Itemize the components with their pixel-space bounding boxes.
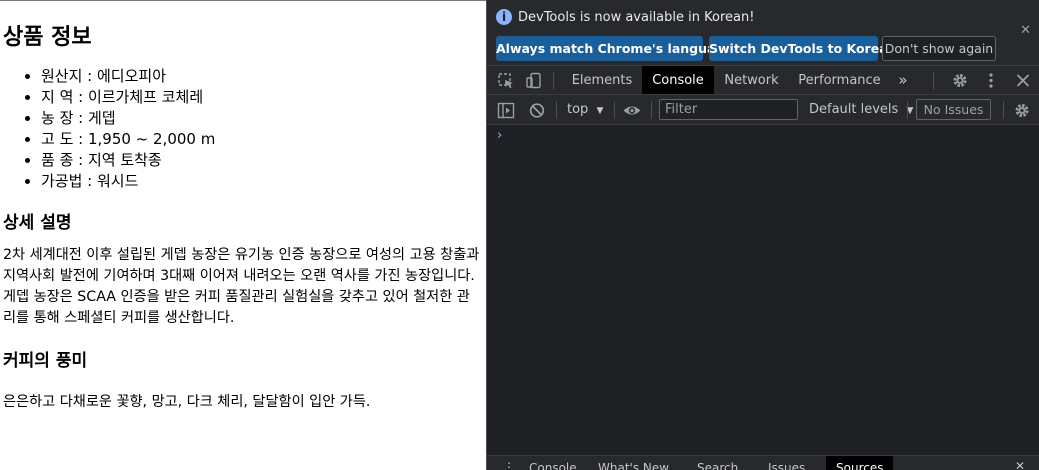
list-item: 원산지 : 에디오피아 [41, 66, 480, 87]
drawer-tab-sources[interactable]: Sources [826, 456, 894, 470]
infobar-message: DevTools is now available in Korean! [518, 10, 755, 25]
list-item: 품 종 : 지역 토착종 [41, 150, 480, 171]
drawer-tab-issues[interactable]: Issues [768, 460, 805, 470]
description-text: 2차 세계대전 이후 설립된 게뎁 농장은 유기농 인증 농장으로 여성의 고용… [3, 247, 480, 326]
language-infobar: i DevTools is now available in Korean! ✕… [487, 0, 1039, 66]
list-item: 가공법 : 워시드 [41, 171, 480, 192]
toolbar-divider [651, 101, 652, 119]
toolbar-divider [1003, 101, 1004, 119]
close-icon[interactable]: ✕ [1020, 24, 1031, 38]
close-devtools-icon[interactable] [1014, 72, 1032, 89]
close-drawer-icon[interactable]: ✕ [1015, 458, 1025, 470]
console-output[interactable]: › [487, 125, 1039, 455]
context-selector-label: top [567, 102, 589, 117]
list-item: 지 역 : 이르가체프 코체레 [41, 87, 480, 108]
chevron-down-icon: ▼ [596, 106, 604, 116]
context-selector[interactable]: top ▼ [567, 95, 603, 125]
tab-performance[interactable]: Performance [792, 66, 887, 94]
description-heading: 상세 설명 [3, 213, 72, 233]
gear-icon[interactable] [951, 72, 969, 89]
flavor-heading: 커피의 풍미 [3, 351, 88, 371]
list-item: 농 장 : 게뎁 [41, 108, 480, 129]
more-options-icon[interactable] [982, 72, 1000, 89]
switch-korean-button[interactable]: Switch DevTools to Korean [709, 36, 897, 61]
filter-input[interactable]: Filter [659, 99, 798, 120]
flavor-text: 은은하고 다채로운 꽃향, 망고, 다크 체리, 달달함이 입안 가득. [3, 394, 371, 410]
devtools-panel: i DevTools is now available in Korean! ✕… [486, 0, 1039, 470]
tab-elements[interactable]: Elements [563, 66, 641, 94]
toolbar-divider [933, 72, 934, 90]
toolbar-divider [907, 101, 908, 119]
drawer-tab-search[interactable]: Search [697, 460, 738, 470]
sidebar-toggle-icon[interactable] [497, 102, 515, 119]
list-item: 고 도 : 1,950 ~ 2,000 m [41, 129, 480, 150]
web-page: 상품 정보 원산지 : 에디오피아 지 역 : 이르가체프 코체레 농 장 : … [0, 0, 486, 470]
drawer-menu-icon[interactable]: ⋮ [503, 459, 515, 470]
match-language-button[interactable]: Always match Chrome's language [496, 36, 733, 61]
clear-console-icon[interactable] [528, 102, 546, 119]
more-tabs-icon[interactable]: » [891, 66, 915, 94]
product-info-list: 원산지 : 에디오피아 지 역 : 이르가체프 코체레 농 장 : 게뎁 고 도… [3, 66, 480, 192]
devtools-tabbar: Elements Console Network Performance » [487, 66, 1039, 95]
console-prompt-icon: › [497, 128, 503, 143]
drawer-tab-whats-new[interactable]: What's New [598, 460, 669, 470]
dont-show-again-button[interactable]: Don't show again [882, 36, 996, 61]
log-levels-dropdown[interactable]: Default levels ▼ [809, 95, 913, 125]
tab-console[interactable]: Console [642, 66, 714, 94]
console-toolbar: top ▼ Filter Default levels ▼ No Issues [487, 95, 1039, 125]
eye-icon[interactable] [622, 102, 642, 119]
device-toolbar-icon[interactable] [525, 72, 543, 89]
drawer-tabbar: ⋮ Console What's New Search Issues Sourc… [487, 455, 1039, 470]
toolbar-divider [614, 101, 615, 119]
console-settings-icon[interactable] [1013, 102, 1031, 119]
page-title: 상품 정보 [3, 25, 92, 50]
toolbar-divider [553, 72, 554, 90]
log-levels-label: Default levels [809, 102, 899, 117]
tab-network[interactable]: Network [716, 66, 787, 94]
issues-button[interactable]: No Issues [916, 99, 991, 120]
toolbar-divider [556, 101, 557, 119]
drawer-tab-console[interactable]: Console [529, 460, 577, 470]
info-icon: i [496, 9, 512, 25]
inspect-element-icon[interactable] [497, 72, 515, 89]
